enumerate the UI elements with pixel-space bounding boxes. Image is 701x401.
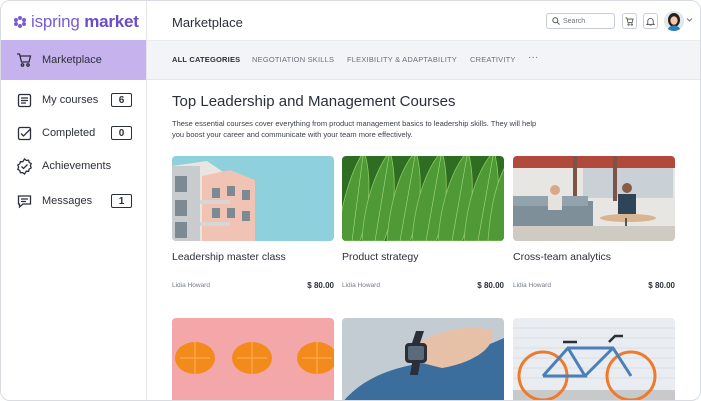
search-input[interactable]: Search bbox=[546, 13, 615, 29]
flower-logo-icon bbox=[14, 16, 26, 28]
course-card[interactable]: Leadership master class Lidia Howard $ 8… bbox=[172, 156, 334, 296]
course-thumbnail bbox=[172, 318, 334, 400]
sidebar-item-label: Messages bbox=[42, 195, 93, 207]
cart-icon bbox=[15, 51, 33, 69]
course-title: Cross-team analytics bbox=[513, 251, 612, 263]
course-card[interactable] bbox=[172, 318, 334, 400]
message-icon bbox=[15, 192, 33, 210]
search-placeholder: Search bbox=[563, 17, 586, 25]
course-card[interactable] bbox=[513, 318, 675, 400]
course-card[interactable] bbox=[342, 318, 504, 400]
checkbox-icon bbox=[15, 124, 33, 142]
badge-icon bbox=[15, 157, 33, 175]
course-author: Lidia Howard bbox=[513, 282, 551, 289]
count-badge: 0 bbox=[111, 126, 132, 140]
section-heading: Top Leadership and Management Courses bbox=[172, 93, 456, 110]
category-tabs: ALL CATEGORIES NEGOTIATION SKILLS FLEXIB… bbox=[147, 41, 700, 80]
sidebar-item-label: Achievements bbox=[42, 160, 112, 172]
course-title: Product strategy bbox=[342, 251, 419, 263]
tab-negotiation-skills[interactable]: NEGOTIATION SKILLS bbox=[252, 55, 334, 64]
course-author: Lidia Howard bbox=[342, 282, 380, 289]
search-icon bbox=[552, 17, 560, 25]
tab-all-categories[interactable]: ALL CATEGORIES bbox=[172, 55, 240, 64]
app-window: ispring market Marketplace My courses 6 … bbox=[0, 0, 701, 401]
sidebar-item-label: My courses bbox=[42, 94, 99, 106]
sidebar-item-marketplace[interactable]: Marketplace bbox=[1, 40, 146, 80]
course-author: Lidia Howard bbox=[172, 282, 210, 289]
section-description: These essential courses cover everything… bbox=[172, 119, 537, 139]
course-thumbnail bbox=[342, 156, 504, 241]
sidebar-item-achievements[interactable]: Achievements bbox=[1, 146, 146, 186]
course-thumbnail bbox=[513, 156, 675, 241]
course-card[interactable]: Cross-team analytics Lidia Howard $ 80.0… bbox=[513, 156, 675, 296]
course-card[interactable]: Product strategy Lidia Howard $ 80.00 bbox=[342, 156, 504, 296]
brand-logo[interactable]: ispring market bbox=[13, 11, 139, 33]
count-badge: 1 bbox=[111, 194, 132, 208]
tab-creativity[interactable]: CREATIVITY bbox=[470, 55, 516, 64]
more-tabs-button[interactable]: ··· bbox=[528, 52, 539, 63]
sidebar-item-label: Completed bbox=[42, 127, 96, 139]
course-thumbnail bbox=[172, 156, 334, 241]
top-header: Marketplace Search bbox=[147, 1, 700, 41]
course-price: $ 80.00 bbox=[307, 281, 334, 290]
sidebar-item-label: Marketplace bbox=[42, 54, 102, 66]
course-price: $ 80.00 bbox=[477, 281, 504, 290]
sidebar: ispring market Marketplace My courses 6 … bbox=[1, 1, 147, 400]
course-price: $ 80.00 bbox=[648, 281, 675, 290]
tab-flexibility-adaptability[interactable]: FLEXIBILITY & ADAPTABILITY bbox=[347, 55, 457, 64]
bell-icon bbox=[646, 17, 655, 26]
chevron-down-icon[interactable] bbox=[686, 17, 693, 23]
course-thumbnail bbox=[342, 318, 504, 400]
notifications-button[interactable] bbox=[643, 13, 658, 29]
course-title: Leadership master class bbox=[172, 251, 286, 263]
cart-button[interactable] bbox=[622, 13, 637, 29]
courses-icon bbox=[15, 91, 33, 109]
course-thumbnail bbox=[513, 318, 675, 400]
brand-name: ispring market bbox=[31, 12, 139, 31]
sidebar-item-messages[interactable]: Messages 1 bbox=[1, 181, 146, 221]
cart-icon bbox=[625, 16, 634, 26]
count-badge: 6 bbox=[111, 93, 132, 107]
page-title: Marketplace bbox=[172, 15, 243, 30]
avatar[interactable] bbox=[664, 11, 684, 31]
